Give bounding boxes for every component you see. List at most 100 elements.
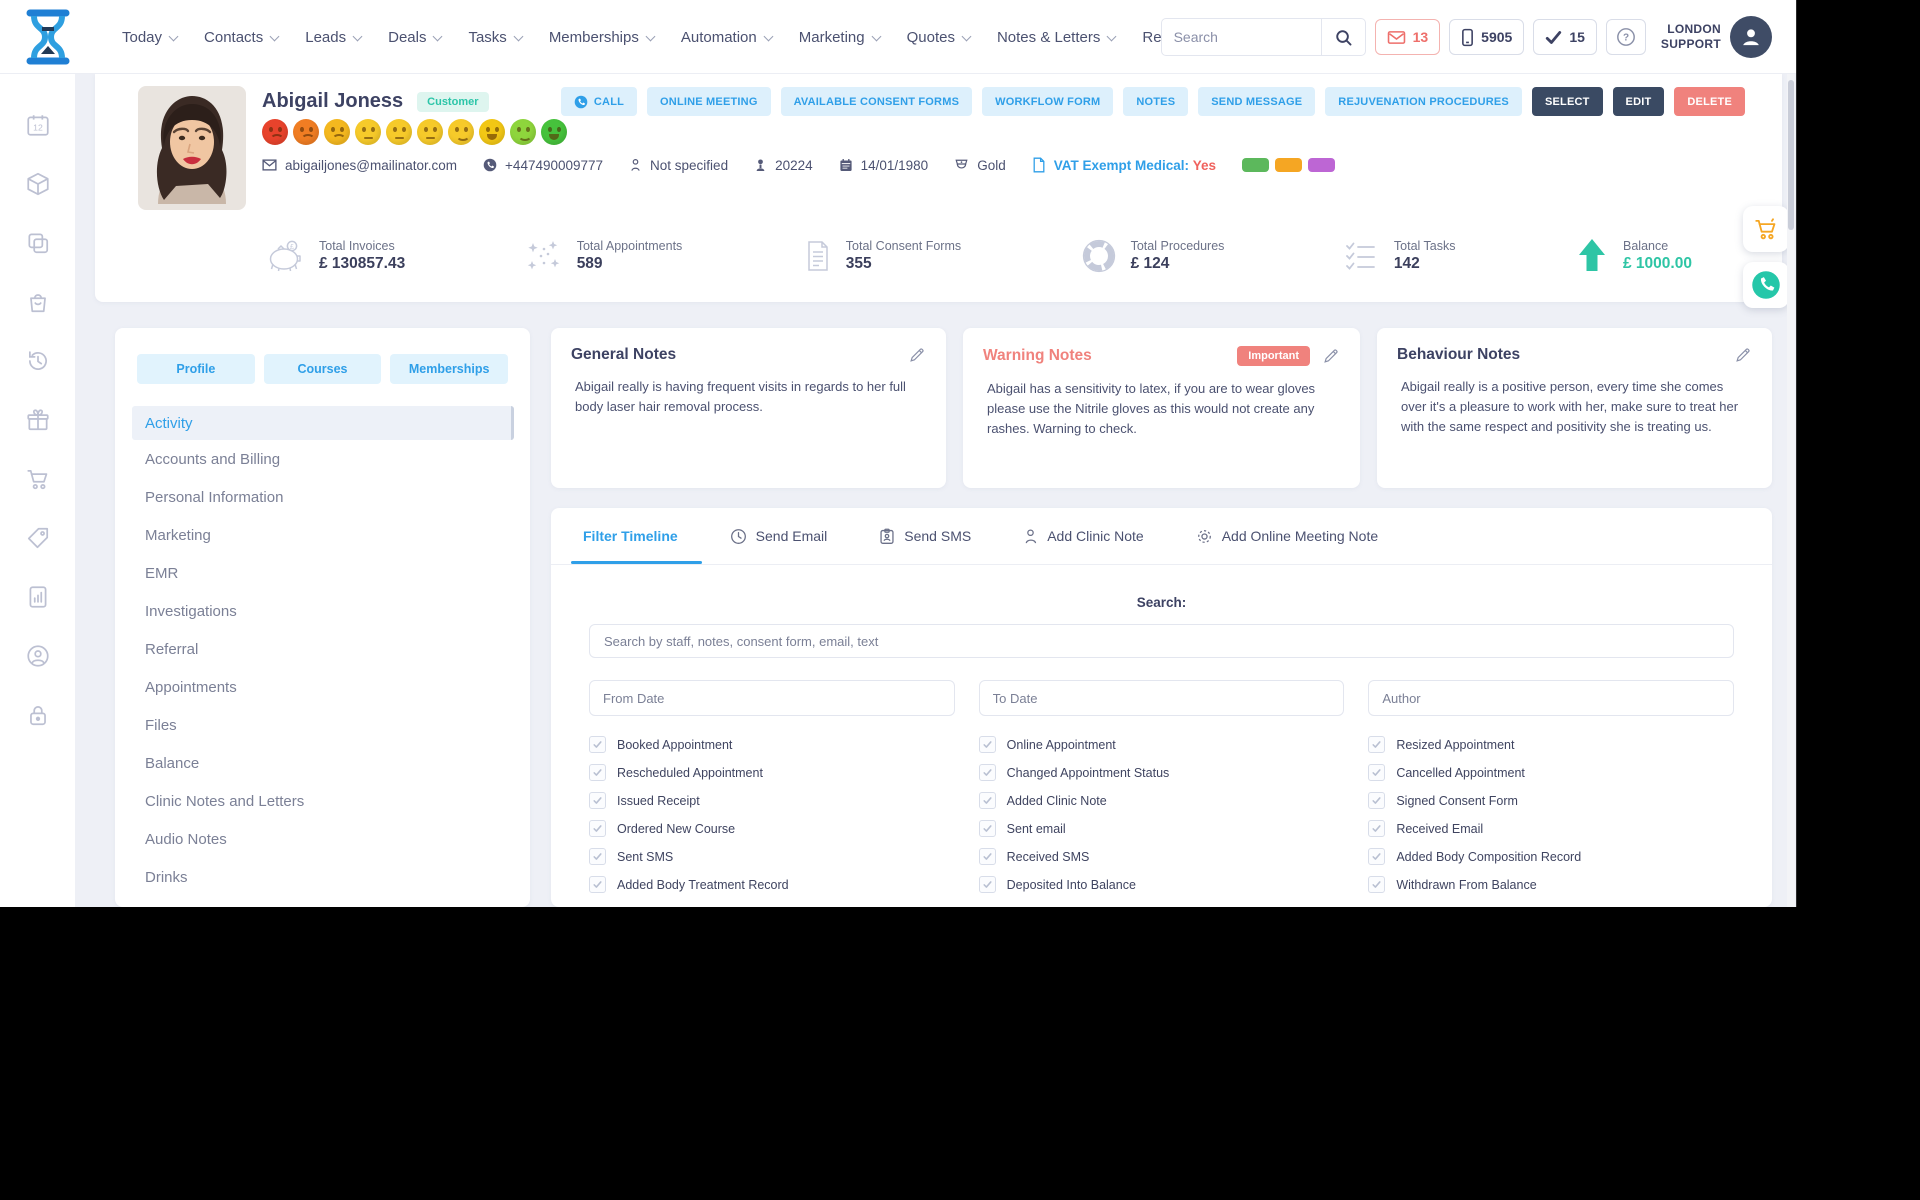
edit-button[interactable]: EDIT bbox=[1612, 87, 1665, 116]
checkbox-sent-sms[interactable]: Sent SMS bbox=[589, 848, 955, 865]
search-icon[interactable] bbox=[1320, 19, 1365, 55]
menu-item-files[interactable]: Files bbox=[115, 706, 530, 744]
menu-item-drinks[interactable]: Drinks bbox=[115, 858, 530, 896]
floating-cart-button[interactable] bbox=[1743, 206, 1789, 252]
checkbox-added-clinic-note[interactable]: Added Clinic Note bbox=[978, 792, 1345, 809]
tab-send-sms[interactable]: Send SMS bbox=[879, 508, 971, 564]
calendar-icon[interactable]: 12 bbox=[25, 112, 51, 138]
checkbox-cancelled-appointment[interactable]: Cancelled Appointment bbox=[1368, 764, 1734, 781]
cart-icon[interactable] bbox=[25, 466, 51, 492]
menu-item-personal-information[interactable]: Personal Information bbox=[115, 478, 530, 516]
mood-face-2[interactable] bbox=[293, 119, 319, 145]
vertical-scrollbar[interactable] bbox=[1787, 74, 1795, 907]
rejuvenation-procedures-button[interactable]: REJUVENATION PROCEDURES bbox=[1325, 87, 1522, 116]
menu-item-activity[interactable]: Activity bbox=[132, 406, 514, 440]
menu-item-emr[interactable]: EMR bbox=[115, 554, 530, 592]
edit-behaviour-notes-icon[interactable] bbox=[1734, 346, 1752, 364]
mood-face-5[interactable] bbox=[386, 119, 412, 145]
tab-add-clinic-note[interactable]: Add Clinic Note bbox=[1023, 508, 1144, 564]
checkbox-ordered-new-course[interactable]: Ordered New Course bbox=[589, 820, 955, 837]
messages-badge[interactable]: 13 bbox=[1374, 19, 1441, 55]
menu-item-marketing[interactable]: Marketing bbox=[115, 516, 530, 554]
package-icon[interactable] bbox=[25, 171, 51, 197]
nav-leads[interactable]: Leads bbox=[305, 29, 361, 46]
gift-icon[interactable] bbox=[25, 407, 51, 433]
menu-item-balance[interactable]: Balance bbox=[115, 744, 530, 782]
phone-badge[interactable]: 5905 bbox=[1449, 19, 1525, 55]
checkbox-received-sms[interactable]: Received SMS bbox=[978, 848, 1345, 865]
call-button[interactable]: CALL bbox=[560, 87, 638, 116]
report-icon[interactable] bbox=[25, 584, 51, 610]
menu-item-clinic-notes-and-letters[interactable]: Clinic Notes and Letters bbox=[115, 782, 530, 820]
from-date-input[interactable] bbox=[589, 680, 955, 716]
nav-tasks[interactable]: Tasks bbox=[468, 29, 521, 46]
menu-item-investigations[interactable]: Investigations bbox=[115, 592, 530, 630]
tab-profile[interactable]: Profile bbox=[137, 354, 255, 384]
delete-button[interactable]: DELETE bbox=[1674, 87, 1745, 116]
author-input[interactable] bbox=[1368, 680, 1734, 716]
send-message-button[interactable]: SEND MESSAGE bbox=[1198, 87, 1316, 116]
nav-quotes[interactable]: Quotes bbox=[907, 29, 970, 46]
checkbox-booked-appointment[interactable]: Booked Appointment bbox=[589, 736, 955, 753]
available-consent-forms-button[interactable]: AVAILABLE CONSENT FORMS bbox=[780, 87, 973, 116]
tag-purple[interactable] bbox=[1308, 158, 1336, 172]
nav-today[interactable]: Today bbox=[122, 29, 177, 46]
checkbox-changed-appointment-status[interactable]: Changed Appointment Status bbox=[978, 764, 1345, 781]
tab-courses[interactable]: Courses bbox=[263, 354, 382, 384]
mood-face-4[interactable] bbox=[355, 119, 381, 145]
timeline-search-input[interactable] bbox=[589, 624, 1734, 658]
nav-notes-letters[interactable]: Notes & Letters bbox=[997, 29, 1115, 46]
nav-contacts[interactable]: Contacts bbox=[204, 29, 278, 46]
client-phone[interactable]: +447490009777 bbox=[483, 158, 603, 173]
tag-orange[interactable] bbox=[1275, 158, 1303, 172]
mood-face-3[interactable] bbox=[324, 119, 350, 145]
edit-general-notes-icon[interactable] bbox=[908, 346, 926, 364]
nav-marketing[interactable]: Marketing bbox=[799, 29, 880, 46]
checkbox-added-body-treatment-record[interactable]: Added Body Treatment Record bbox=[589, 876, 955, 893]
menu-item-accounts-and-billing[interactable]: Accounts and Billing bbox=[115, 440, 530, 478]
history-icon[interactable] bbox=[25, 348, 51, 374]
copy-icon[interactable] bbox=[25, 230, 51, 256]
user-avatar[interactable] bbox=[1730, 16, 1772, 58]
select-button[interactable]: SELECT bbox=[1531, 87, 1603, 116]
checkbox-sent-email[interactable]: Sent email bbox=[978, 820, 1345, 837]
checkbox-withdrawn-from-balance[interactable]: Withdrawn From Balance bbox=[1368, 876, 1734, 893]
tab-add-online-meeting-note[interactable]: Add Online Meeting Note bbox=[1196, 508, 1378, 564]
notes-button[interactable]: NOTES bbox=[1123, 87, 1189, 116]
checkbox-online-appointment[interactable]: Online Appointment bbox=[978, 736, 1345, 753]
workflow-form-button[interactable]: WORKFLOW FORM bbox=[982, 87, 1114, 116]
mood-face-6[interactable] bbox=[417, 119, 443, 145]
scrollbar-thumb[interactable] bbox=[1788, 80, 1794, 230]
edit-warning-notes-icon[interactable] bbox=[1322, 347, 1340, 365]
checkbox-resized-appointment[interactable]: Resized Appointment bbox=[1368, 736, 1734, 753]
tab-memberships[interactable]: Memberships bbox=[390, 354, 509, 384]
global-search-input[interactable] bbox=[1161, 29, 1321, 45]
mood-face-8[interactable] bbox=[479, 119, 505, 145]
floating-whatsapp-call-button[interactable] bbox=[1743, 262, 1789, 308]
tab-filter-timeline[interactable]: Filter Timeline bbox=[571, 508, 702, 564]
checkbox-received-email[interactable]: Received Email bbox=[1368, 820, 1734, 837]
nav-automation[interactable]: Automation bbox=[681, 29, 772, 46]
mood-face-1[interactable] bbox=[262, 119, 288, 145]
client-photo[interactable] bbox=[138, 86, 246, 210]
mood-face-7[interactable] bbox=[448, 119, 474, 145]
app-logo-hourglass-icon[interactable] bbox=[20, 8, 76, 66]
checkbox-signed-consent-form[interactable]: Signed Consent Form bbox=[1368, 792, 1734, 809]
mood-face-10[interactable] bbox=[541, 119, 567, 145]
menu-item-audio-notes[interactable]: Audio Notes bbox=[115, 820, 530, 858]
client-email[interactable]: abigailjones@mailinator.com bbox=[262, 158, 457, 173]
checkbox-deposited-into-balance[interactable]: Deposited Into Balance bbox=[978, 876, 1345, 893]
account-sync-icon[interactable] bbox=[25, 643, 51, 669]
menu-item-referral[interactable]: Referral bbox=[115, 630, 530, 668]
nav-deals[interactable]: Deals bbox=[388, 29, 441, 46]
tag-green[interactable] bbox=[1242, 158, 1270, 172]
shopping-bag-icon[interactable] bbox=[25, 289, 51, 315]
tab-send-email[interactable]: Send Email bbox=[730, 508, 827, 564]
to-date-input[interactable] bbox=[978, 680, 1345, 716]
online-meeting-button[interactable]: ONLINE MEETING bbox=[647, 87, 771, 116]
nav-memberships[interactable]: Memberships bbox=[549, 29, 654, 46]
checkbox-rescheduled-appointment[interactable]: Rescheduled Appointment bbox=[589, 764, 955, 781]
lock-icon[interactable] bbox=[25, 702, 51, 728]
checkbox-issued-receipt[interactable]: Issued Receipt bbox=[589, 792, 955, 809]
price-tag-icon[interactable] bbox=[25, 525, 51, 551]
